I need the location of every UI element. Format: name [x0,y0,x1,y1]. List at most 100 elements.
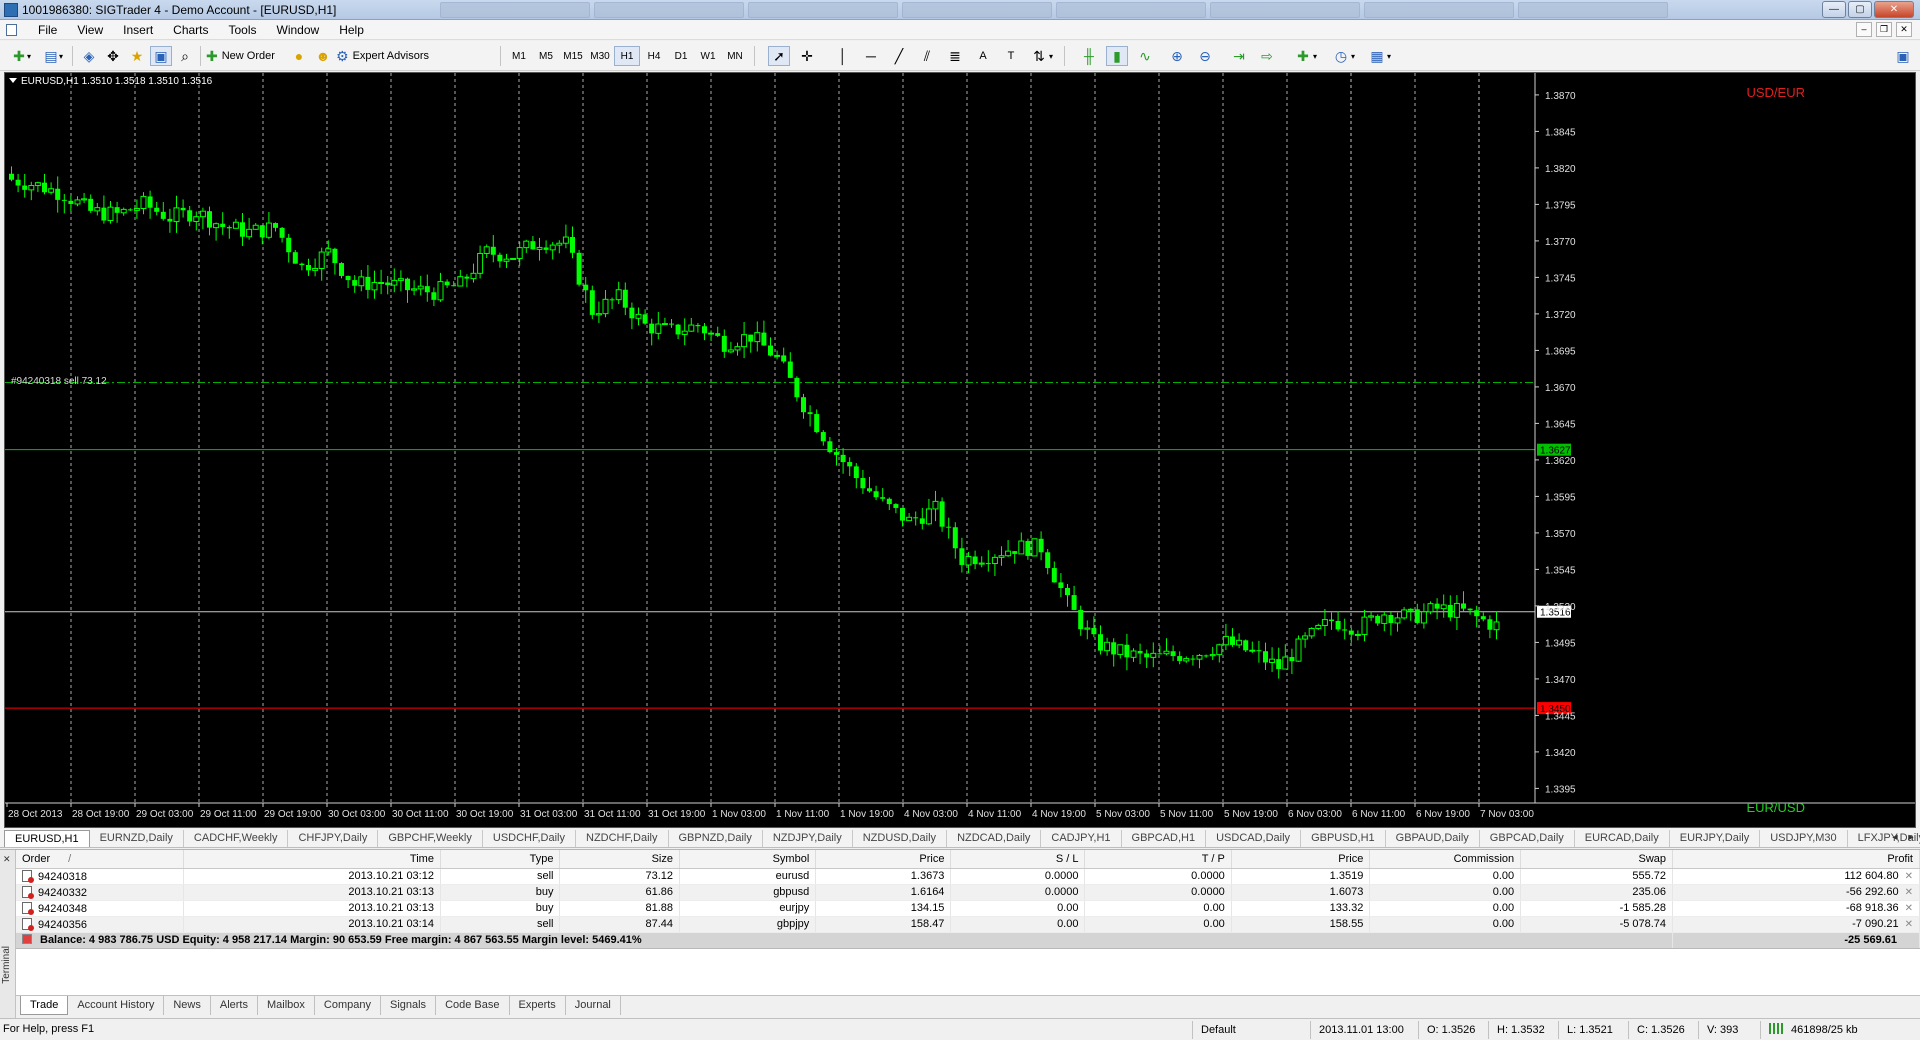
column-header-symbol[interactable]: Symbol [679,850,817,869]
line-chart-icon[interactable]: ∿ [1134,46,1156,66]
column-header-type[interactable]: Type [440,850,561,869]
chart-tab[interactable]: NZDCHF,Daily [576,830,669,847]
timeframe-h4-button[interactable]: H4 [641,46,667,66]
chart-menu-triangle-icon[interactable] [9,78,17,83]
chart-tab[interactable]: GBPCAD,H1 [1122,830,1207,847]
status-traffic[interactable]: 461898/25 kb [1760,1021,1916,1039]
column-header-swap[interactable]: Swap [1520,850,1674,869]
vertical-line-icon[interactable]: │ [832,46,854,66]
chart-tab[interactable]: NZDUSD,Daily [853,830,948,847]
navigator-icon[interactable]: ★ [126,46,148,66]
terminal-tab-account-history[interactable]: Account History [68,996,165,1015]
chart-shift-icon[interactable]: ⇥ [1228,46,1250,66]
expert-advisors-button[interactable]: ⚙ Expert Advisors [336,46,450,66]
order-row[interactable]: 94240332 2013.10.21 03:13 buy 61.86 gbpusd 1.… [16,884,1920,901]
periods-dropdown-icon[interactable]: ▾ [1348,46,1358,66]
chart-tab[interactable]: GBPUSD,H1 [1301,830,1386,847]
column-header-current-price[interactable]: Price [1231,850,1371,869]
chart-tab[interactable]: EURJPY,Daily [1670,830,1761,847]
terminal-tab-alerts[interactable]: Alerts [211,996,258,1015]
metaeditor-icon[interactable]: ● [288,46,310,66]
arrows-dropdown-icon[interactable]: ▾ [1046,46,1056,66]
order-row[interactable]: 94240348 2013.10.21 03:13 buy 81.88 eurjpy 13… [16,900,1920,917]
terminal-tab-mailbox[interactable]: Mailbox [258,996,315,1015]
terminal-tab-company[interactable]: Company [315,996,381,1015]
terminal-tab-journal[interactable]: Journal [566,996,621,1015]
status-profile[interactable]: Default [1192,1021,1310,1039]
column-header-sl[interactable]: S / L [950,850,1086,869]
terminal-tab-news[interactable]: News [164,996,211,1015]
chart-tab[interactable]: NZDCAD,Daily [947,830,1042,847]
terminal-tab-code-base[interactable]: Code Base [436,996,510,1015]
order-row[interactable]: 94240318 2013.10.21 03:12 sell 73.12 eurusd 1… [16,868,1920,885]
chart-tab[interactable]: EURUSD,H1 [4,830,90,847]
column-header-order[interactable]: Order / [16,850,185,869]
profiles-dropdown-icon[interactable]: ▾ [56,46,66,66]
tabs-scroll-left-icon[interactable]: ◄ [1888,830,1902,845]
bar-chart-icon[interactable]: ╫ [1078,46,1100,66]
document-icon[interactable] [6,24,17,36]
mdi-close-button[interactable]: ✕ [1896,22,1912,37]
terminal-tab-trade[interactable]: Trade [20,996,69,1015]
menu-file[interactable]: File [28,23,67,37]
text-tool-icon[interactable]: A [972,46,994,66]
order-row[interactable]: 94240356 2013.10.21 03:14 sell 87.44 gbpjpy 1… [16,916,1920,933]
templates-dropdown-icon[interactable]: ▾ [1384,46,1394,66]
timeframe-m5-button[interactable]: M5 [533,46,559,66]
chart-tab[interactable]: NZDJPY,Daily [763,830,853,847]
market-watch-icon[interactable]: ◈ [78,46,100,66]
menu-insert[interactable]: Insert [113,23,163,37]
timeframe-w1-button[interactable]: W1 [695,46,721,66]
column-header-time[interactable]: Time [183,850,441,869]
chart-tab[interactable]: USDJPY,M30 [1760,830,1848,847]
chart-tab[interactable]: GBPNZD,Daily [669,830,763,847]
trendline-icon[interactable]: ╱ [888,46,910,66]
chart-tab[interactable]: CADJPY,H1 [1041,830,1122,847]
chart-tab[interactable]: EURCAD,Daily [1575,830,1670,847]
new-chart-dropdown-icon[interactable]: ▾ [24,46,34,66]
close-order-icon[interactable]: ✕ [1905,887,1913,898]
menu-charts[interactable]: Charts [163,23,218,37]
autotrading-icon[interactable]: ☻ [312,46,334,66]
chart-tab[interactable]: EURNZD,Daily [90,830,184,847]
close-button[interactable]: ✕ [1874,1,1914,18]
menu-view[interactable]: View [67,23,113,37]
column-header-commission[interactable]: Commission [1369,850,1522,869]
data-window-icon[interactable]: ✥ [102,46,124,66]
mdi-minimize-button[interactable]: – [1856,22,1872,37]
close-order-icon[interactable]: ✕ [1905,871,1913,882]
chart-tab[interactable]: USDCAD,Daily [1206,830,1302,847]
maximize-button[interactable]: ▢ [1848,1,1872,18]
menu-tools[interactable]: Tools [219,23,267,37]
zoom-out-icon[interactable]: ⊖ [1194,46,1216,66]
column-header-price[interactable]: Price [815,850,952,869]
menu-window[interactable]: Window [267,23,330,37]
column-header-size[interactable]: Size [559,850,680,869]
chart-tab[interactable]: CADCHF,Weekly [184,830,289,847]
candlesticks-icon[interactable]: ▮ [1106,46,1128,66]
chart-tab[interactable]: GBPCHF,Weekly [378,830,483,847]
strategy-tester-icon[interactable]: ⌕ [174,46,196,66]
column-header-profit[interactable]: Profit [1672,850,1920,869]
timeframe-m15-button[interactable]: M15 [560,46,586,66]
new-order-button[interactable]: ✚ New Order [206,46,286,66]
timeframe-h1-button[interactable]: H1 [614,46,640,66]
price-chart[interactable]: 1.3627 1.3450 1.3516 1.3870 1.3845 1.3820 1.3… [4,72,1916,828]
crosshair-icon[interactable]: ✛ [796,46,818,66]
tabs-scroll-right-icon[interactable]: ► [1904,830,1918,845]
chart-tab[interactable]: CHFJPY,Daily [288,830,379,847]
terminal-close-icon[interactable]: ✕ [3,854,11,865]
text-label-icon[interactable]: T [1000,46,1022,66]
zoom-in-icon[interactable]: ⊕ [1166,46,1188,66]
chat-icon[interactable]: ▣ [1892,46,1914,66]
timeframe-mn-button[interactable]: MN [722,46,748,66]
cursor-icon[interactable]: ➚ [768,46,790,66]
mdi-restore-button[interactable]: ❐ [1876,22,1892,37]
close-order-icon[interactable]: ✕ [1905,919,1913,930]
menu-help[interactable]: Help [329,23,374,37]
auto-scroll-icon[interactable]: ⇨ [1256,46,1278,66]
minimize-button[interactable]: — [1822,1,1846,18]
terminal-tab-experts[interactable]: Experts [510,996,566,1015]
column-header-tp[interactable]: T / P [1084,850,1232,869]
timeframe-d1-button[interactable]: D1 [668,46,694,66]
